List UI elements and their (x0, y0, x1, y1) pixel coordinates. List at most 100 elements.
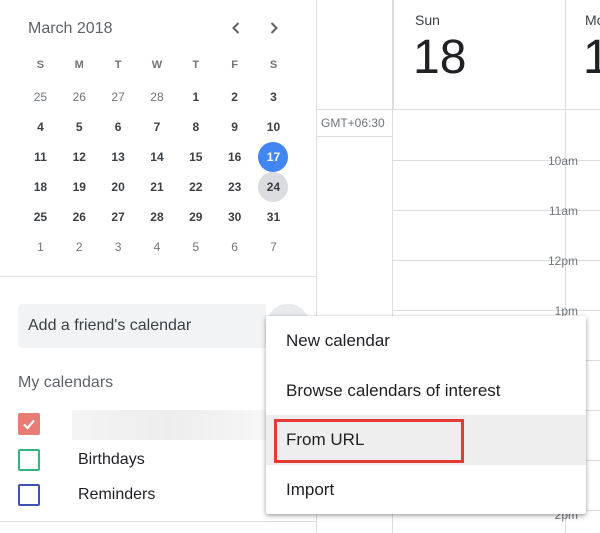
previous-month-button[interactable] (224, 16, 248, 40)
weekday-label: F (231, 59, 238, 71)
divider (0, 276, 316, 277)
chevron-right-icon (270, 22, 278, 34)
day-cell[interactable]: 29 (176, 202, 215, 232)
day-cell[interactable]: 25 (21, 202, 60, 232)
selected-day-cell[interactable]: 24 (254, 172, 293, 202)
day-number: 27 (111, 90, 125, 104)
calendar-checkbox[interactable] (18, 413, 40, 435)
day-cell[interactable]: 12 (60, 142, 99, 172)
day-cell[interactable]: 7 (254, 232, 293, 262)
day-cell[interactable]: 10 (254, 112, 293, 142)
day-cell[interactable]: 2 (215, 82, 254, 112)
next-month-button[interactable] (262, 16, 286, 40)
day-cell[interactable]: 4 (138, 232, 177, 262)
day-number: 2 (231, 90, 238, 104)
day-cell[interactable]: 5 (176, 232, 215, 262)
day-number: 5 (75, 120, 83, 134)
day-cell[interactable]: 23 (215, 172, 254, 202)
day-cell[interactable]: 8 (176, 112, 215, 142)
day-number: 4 (153, 240, 161, 254)
day-number: 9 (231, 120, 238, 134)
day-cell[interactable]: 26 (60, 202, 99, 232)
day-cell[interactable]: 28 (138, 202, 177, 232)
day-cell[interactable]: 27 (99, 202, 138, 232)
day-number: 27 (111, 210, 125, 224)
day-number: 29 (189, 210, 203, 224)
mini-calendar-grid: S M T W T F S 25 26 27 28 1 2 3 4 5 6 7 … (21, 48, 293, 262)
day-number: 3 (114, 240, 122, 254)
day-cell[interactable]: 1 (176, 82, 215, 112)
week-row: 25 26 27 28 29 30 31 (21, 202, 293, 232)
day-number: 1 (192, 90, 200, 104)
day-cell[interactable]: 11 (21, 142, 60, 172)
day-cell[interactable]: 9 (215, 112, 254, 142)
menu-item-from-url[interactable]: From URL (266, 415, 586, 465)
week-row: 18 19 20 21 22 23 24 (21, 172, 293, 202)
day-cell[interactable]: 18 (21, 172, 60, 202)
day-cell[interactable]: 27 (99, 82, 138, 112)
today-cell[interactable]: 17 (254, 142, 293, 172)
day-cell[interactable]: 6 (99, 112, 138, 142)
my-calendars-heading: My calendars (18, 374, 114, 391)
weekday-label: W (151, 59, 163, 71)
selected-day-number: 24 (258, 172, 289, 202)
day-cell[interactable]: 3 (254, 82, 293, 112)
day-cell[interactable]: 7 (138, 112, 177, 142)
day-cell[interactable]: 16 (215, 142, 254, 172)
calendar-item-primary[interactable] (18, 410, 268, 440)
today-number: 17 (258, 142, 289, 172)
divider (0, 521, 316, 522)
day-cell[interactable]: 19 (60, 172, 99, 202)
day-cell[interactable]: 26 (60, 82, 99, 112)
calendar-item-reminders[interactable]: Reminders (18, 483, 155, 507)
weekday-label: S (269, 59, 278, 71)
day-number: 25 (33, 90, 48, 104)
day-number: 13 (111, 150, 125, 164)
day-number: 26 (72, 210, 86, 224)
day-cell[interactable]: 5 (60, 112, 99, 142)
day-number: 26 (72, 90, 86, 104)
day-cell[interactable]: 31 (254, 202, 293, 232)
highlight-annotation-box (274, 419, 464, 463)
weekday-label: T (192, 59, 200, 71)
day-number: 3 (270, 90, 277, 104)
day-cell[interactable]: 4 (21, 112, 60, 142)
day-number: 6 (231, 240, 238, 254)
day-number: 16 (227, 150, 242, 164)
menu-item-browse-calendars[interactable]: Browse calendars of interest (266, 366, 586, 416)
day-number-large[interactable]: 18 (413, 30, 466, 85)
hour-label: 12pm (547, 254, 578, 268)
calendar-item-birthdays[interactable]: Birthdays (18, 448, 145, 472)
day-cell[interactable]: 3 (99, 232, 138, 262)
menu-item-new-calendar[interactable]: New calendar (266, 316, 586, 366)
add-friend-calendar-input[interactable]: Add a friend's calendar (18, 304, 266, 348)
calendar-checkbox[interactable] (18, 484, 40, 506)
day-cell[interactable]: 20 (99, 172, 138, 202)
day-number: 19 (72, 180, 86, 194)
day-number: 12 (72, 150, 86, 164)
day-cell[interactable]: 14 (138, 142, 177, 172)
menu-item-import[interactable]: Import (266, 465, 586, 515)
day-cell[interactable]: 13 (99, 142, 138, 172)
calendar-checkbox[interactable] (18, 449, 40, 471)
day-number: 4 (37, 120, 44, 134)
day-number: 31 (266, 210, 281, 224)
day-cell[interactable]: 1 (21, 232, 60, 262)
day-cell[interactable]: 28 (138, 82, 177, 112)
day-cell[interactable]: 2 (60, 232, 99, 262)
day-number: 1 (37, 240, 44, 254)
day-cell[interactable]: 6 (215, 232, 254, 262)
calendar-name-redacted (72, 410, 268, 440)
weekday-label: S (36, 59, 45, 71)
day-cell[interactable]: 21 (138, 172, 177, 202)
day-cell[interactable]: 15 (176, 142, 215, 172)
checkmark-icon (23, 419, 35, 430)
day-cell[interactable]: 30 (215, 202, 254, 232)
day-number: 15 (189, 150, 203, 164)
day-number: 2 (75, 240, 83, 254)
hour-label: 11am (548, 204, 578, 218)
day-cell[interactable]: 22 (176, 172, 215, 202)
day-number: 22 (189, 180, 203, 194)
day-cell[interactable]: 25 (21, 82, 60, 112)
day-number: 25 (33, 210, 48, 224)
